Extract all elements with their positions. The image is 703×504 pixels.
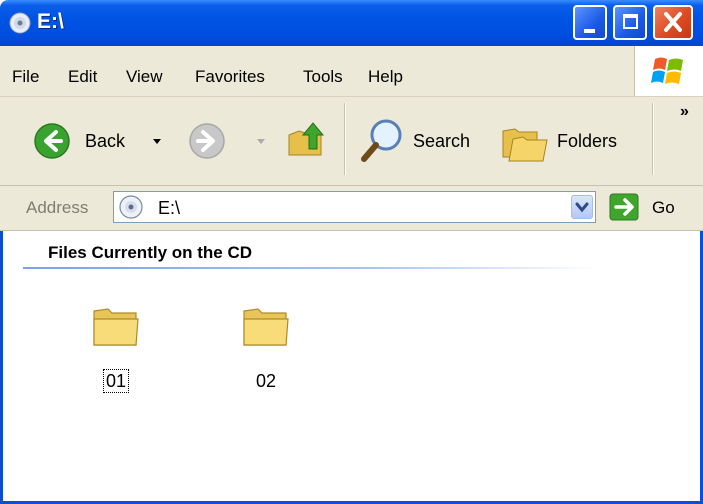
- cd-drive-icon: [9, 12, 31, 34]
- forward-icon: [189, 123, 225, 159]
- menu-view[interactable]: View: [126, 67, 163, 87]
- toolbar-overflow-chevron[interactable]: »: [680, 103, 689, 121]
- standard-toolbar: Back Search Folders »: [0, 97, 703, 186]
- back-dropdown-icon[interactable]: [152, 138, 162, 146]
- folder-label[interactable]: 01: [71, 369, 161, 393]
- title-bar[interactable]: E:\: [0, 0, 703, 46]
- forward-dropdown-icon: [257, 139, 265, 144]
- up-folder-icon[interactable]: [285, 117, 329, 161]
- folder-item[interactable]: 01: [71, 301, 161, 401]
- folder-label[interactable]: 02: [221, 371, 311, 392]
- close-icon: [664, 12, 682, 32]
- go-button-label[interactable]: Go: [652, 198, 675, 218]
- folders-icon[interactable]: [501, 119, 551, 163]
- menu-edit[interactable]: Edit: [68, 67, 97, 87]
- menu-bar: File Edit View Favorites Tools Help: [0, 46, 703, 97]
- back-button-label[interactable]: Back: [85, 131, 125, 152]
- address-input[interactable]: E:\: [113, 191, 596, 223]
- menu-tools[interactable]: Tools: [303, 67, 343, 87]
- go-arrow-icon[interactable]: [609, 193, 639, 221]
- toolbar-separator: [344, 103, 346, 175]
- windows-logo: [634, 46, 703, 96]
- menu-favorites[interactable]: Favorites: [195, 67, 265, 87]
- address-bar: Address E:\ Go: [0, 186, 703, 231]
- folder-name[interactable]: 01: [102, 369, 130, 393]
- group-header: Files Currently on the CD: [48, 243, 253, 262]
- folders-button-label[interactable]: Folders: [557, 131, 617, 152]
- chevron-down-icon: [575, 202, 589, 213]
- folder-name[interactable]: 02: [254, 370, 278, 392]
- maximize-icon: [623, 14, 638, 29]
- group-divider: [23, 267, 598, 269]
- minimize-button[interactable]: [573, 5, 607, 40]
- close-button[interactable]: [653, 5, 693, 40]
- toolbar-separator: [652, 103, 654, 175]
- search-icon[interactable]: [358, 115, 408, 165]
- file-list-view[interactable]: Files Currently on the CD 01 02: [0, 231, 703, 504]
- search-button-label[interactable]: Search: [413, 131, 470, 152]
- minimize-icon: [584, 29, 595, 33]
- menu-file[interactable]: File: [12, 67, 39, 87]
- cd-drive-icon: [119, 195, 143, 219]
- folder-icon: [243, 308, 289, 346]
- maximize-button[interactable]: [613, 5, 647, 40]
- window-title: E:\: [37, 10, 64, 33]
- folder-item[interactable]: 02: [221, 301, 311, 401]
- windows-flag-icon: [651, 57, 683, 84]
- back-icon[interactable]: [33, 122, 71, 160]
- folder-icon: [93, 308, 139, 346]
- explorer-window: E:\ File Edit View Favorites Tools Help: [0, 0, 703, 504]
- address-value[interactable]: E:\: [158, 198, 180, 219]
- address-label: Address: [26, 198, 89, 217]
- menu-help[interactable]: Help: [368, 67, 403, 87]
- address-dropdown-button[interactable]: [571, 195, 593, 219]
